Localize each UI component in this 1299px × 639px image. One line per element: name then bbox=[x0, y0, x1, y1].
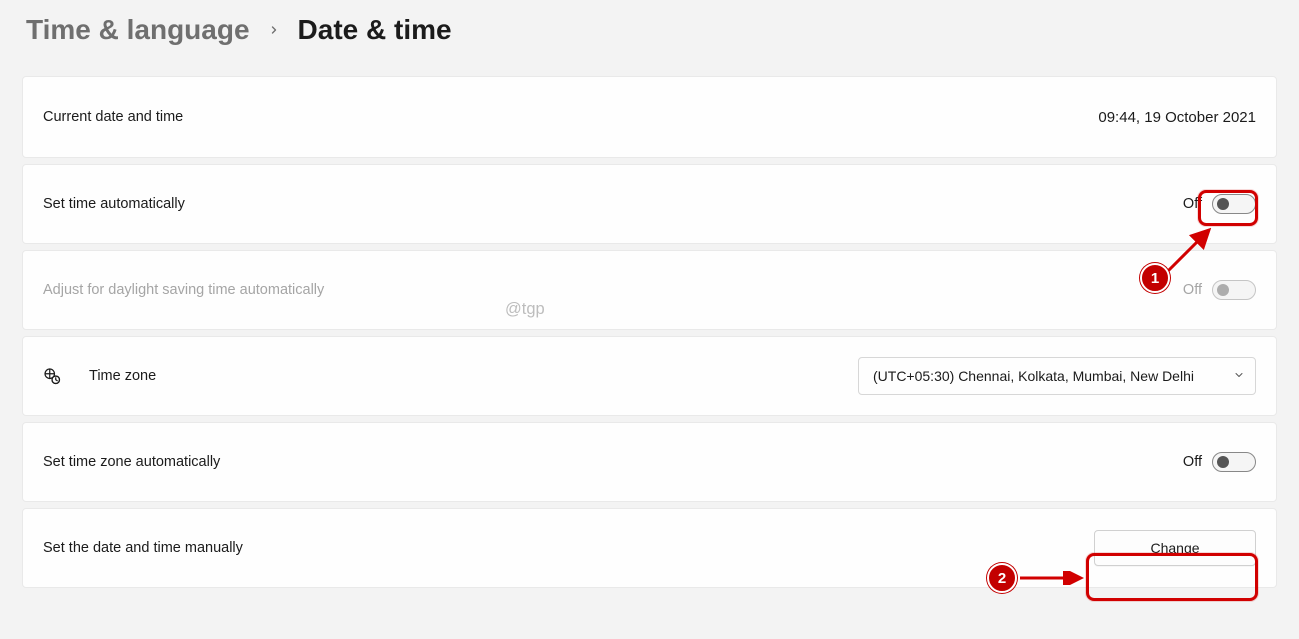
set-timezone-automatically-label: Set time zone automatically bbox=[43, 454, 220, 470]
row-time-zone: Time zone (UTC+05:30) Chennai, Kolkata, … bbox=[22, 336, 1277, 416]
time-zone-selected: (UTC+05:30) Chennai, Kolkata, Mumbai, Ne… bbox=[873, 368, 1233, 384]
set-time-automatically-toggle[interactable] bbox=[1212, 194, 1256, 214]
time-zone-select[interactable]: (UTC+05:30) Chennai, Kolkata, Mumbai, Ne… bbox=[858, 357, 1256, 395]
breadcrumb-parent[interactable]: Time & language bbox=[26, 14, 250, 46]
set-time-automatically-label: Set time automatically bbox=[43, 196, 185, 212]
time-zone-label: Time zone bbox=[89, 368, 156, 384]
breadcrumb: Time & language Date & time bbox=[26, 14, 1277, 46]
chevron-right-icon bbox=[268, 20, 280, 41]
change-button[interactable]: Change bbox=[1094, 530, 1256, 566]
chevron-down-icon bbox=[1233, 368, 1245, 384]
set-timezone-automatically-state: Off bbox=[1183, 454, 1202, 470]
globe-clock-icon bbox=[43, 367, 61, 385]
row-set-manually: Set the date and time manually Change bbox=[22, 508, 1277, 588]
set-time-automatically-state: Off bbox=[1183, 196, 1202, 212]
row-dst-automatically: Adjust for daylight saving time automati… bbox=[22, 250, 1277, 330]
row-current-datetime: Current date and time 09:44, 19 October … bbox=[22, 76, 1277, 158]
current-datetime-label: Current date and time bbox=[43, 109, 183, 125]
current-datetime-value: 09:44, 19 October 2021 bbox=[1098, 109, 1256, 126]
dst-toggle bbox=[1212, 280, 1256, 300]
dst-label: Adjust for daylight saving time automati… bbox=[43, 282, 324, 298]
dst-state: Off bbox=[1183, 282, 1202, 298]
page-title: Date & time bbox=[298, 14, 452, 46]
row-set-time-automatically: Set time automatically Off bbox=[22, 164, 1277, 244]
set-timezone-automatically-toggle[interactable] bbox=[1212, 452, 1256, 472]
row-set-timezone-automatically: Set time zone automatically Off bbox=[22, 422, 1277, 502]
set-manually-label: Set the date and time manually bbox=[43, 540, 243, 556]
